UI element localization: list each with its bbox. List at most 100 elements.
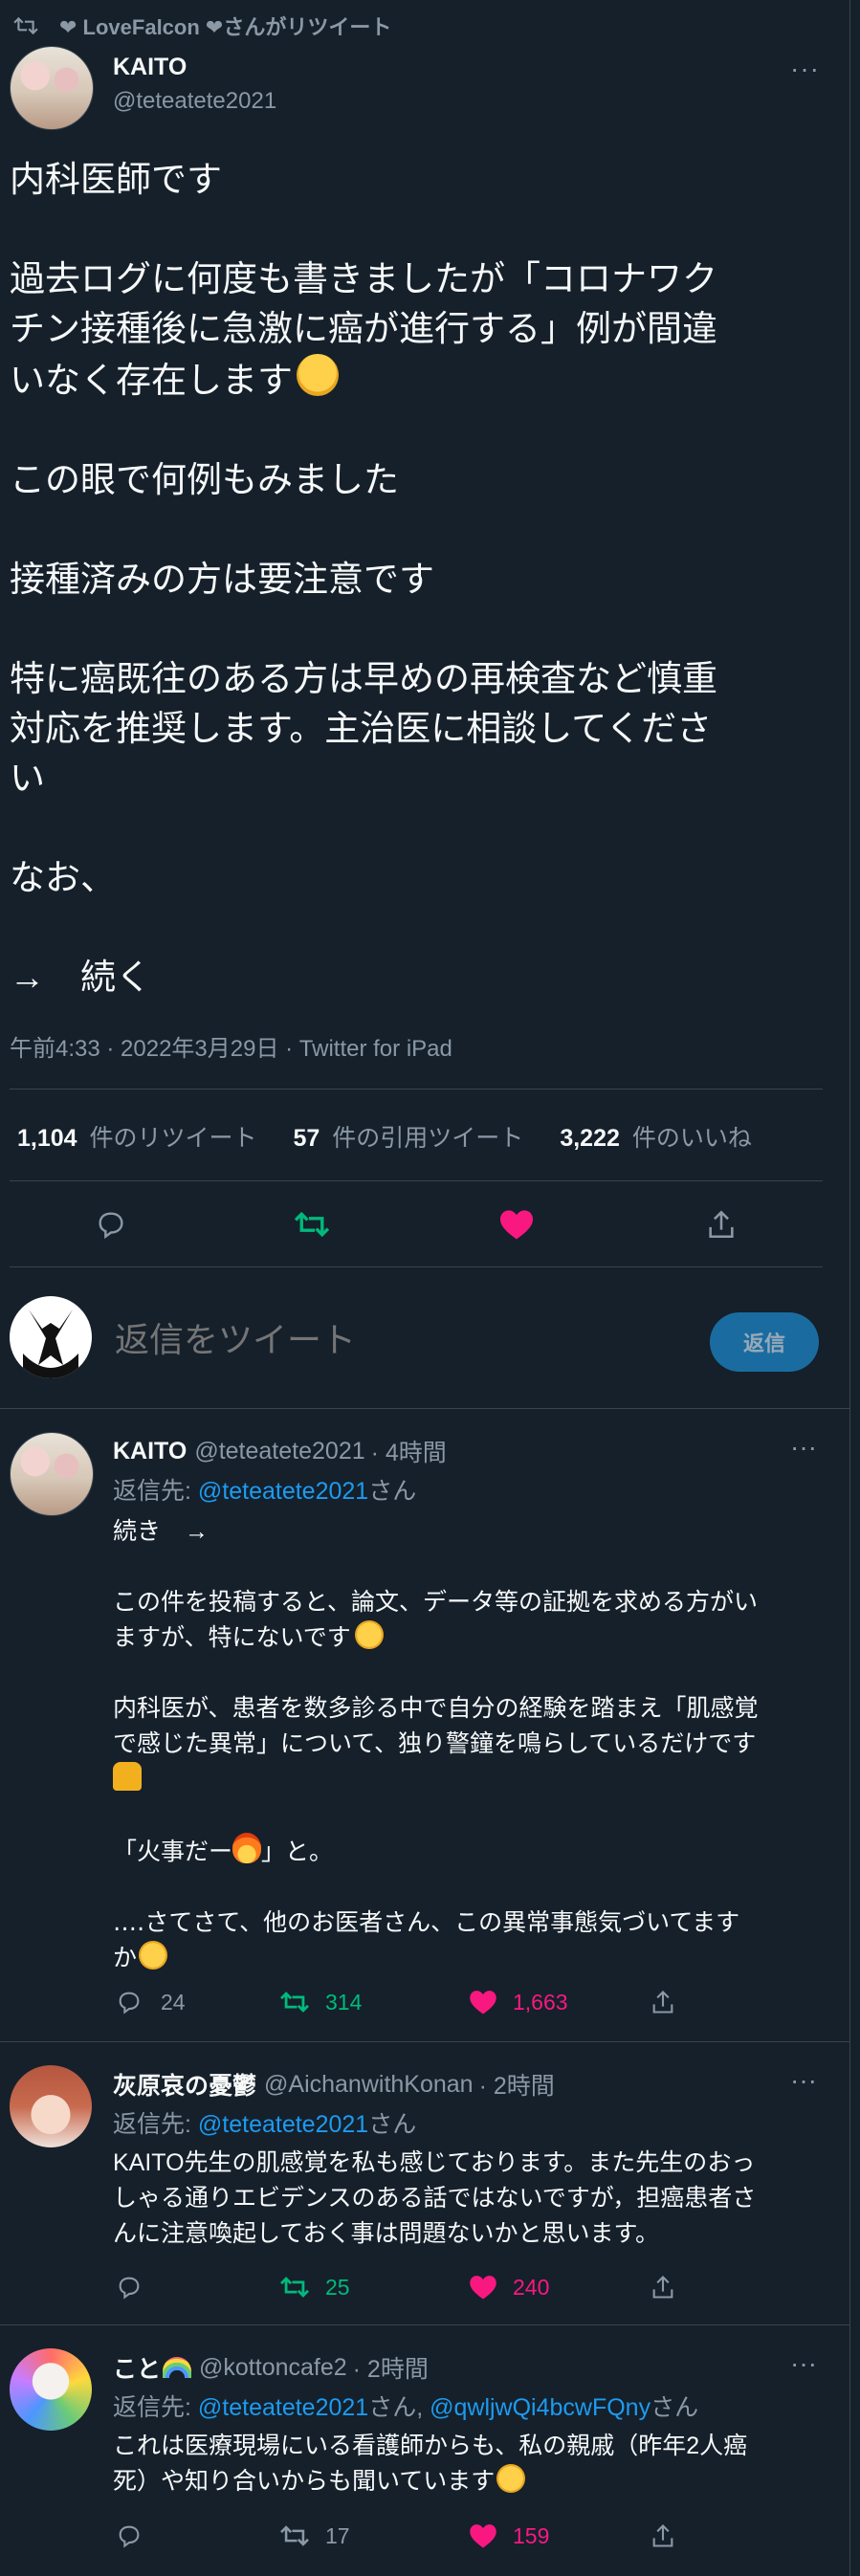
- reply-tweet[interactable]: KAITO @teteatete2021 · 4時間 ··· 返信先: @tet…: [0, 1409, 849, 2040]
- like-count: 240: [513, 2274, 550, 2300]
- reply-icon[interactable]: [113, 2522, 145, 2549]
- tweet-line: 特に癌既往のある方は早めの再検査など慎重: [10, 659, 717, 698]
- column-border: [849, 0, 850, 2576]
- reply-actions: 24 314 1,663: [113, 1983, 744, 2021]
- tweet-line: [10, 505, 842, 555]
- tweet-line: [10, 903, 842, 953]
- like-count: 1,663: [513, 1989, 568, 2015]
- reply-author-handle[interactable]: @AichanwithKonan: [264, 2071, 474, 2099]
- reply-input[interactable]: [113, 1315, 652, 1365]
- like-icon[interactable]: [467, 1989, 499, 2015]
- tweet-stats: 1,104 件のリツイート 57 件の引用ツイート 3,222 件のいいね: [17, 1117, 752, 1156]
- bell-icon: [113, 1762, 142, 1791]
- share-icon[interactable]: [647, 2522, 679, 2549]
- tweet-actions: [0, 1196, 849, 1253]
- tweet-line: [10, 205, 842, 254]
- retweet-icon[interactable]: [276, 1989, 314, 2015]
- reply-text: これは医療現場にいる看護師からも、私の親戚（昨年2人癌 死）や知り合いからも聞い…: [113, 2433, 748, 2495]
- reply-time[interactable]: · 2時間: [479, 2067, 555, 2102]
- worried-face-icon: [354, 1620, 384, 1649]
- reply-author-name[interactable]: KAITO: [113, 1438, 187, 1465]
- reply-button[interactable]: 返信: [710, 1312, 819, 1372]
- tweet-line: [10, 605, 842, 654]
- tweet-line: 過去ログに何度も書きましたが「コロナワク: [10, 259, 717, 298]
- tweet-line: い: [10, 759, 45, 798]
- my-avatar[interactable]: [10, 1296, 92, 1378]
- retweet-count: 25: [325, 2274, 350, 2300]
- thinking-face-icon: [297, 354, 339, 396]
- reply-icon[interactable]: [90, 1205, 132, 1244]
- quote-count[interactable]: 57 件の引用ツイート: [294, 1119, 524, 1154]
- more-options-icon[interactable]: ···: [790, 54, 820, 84]
- more-options-icon[interactable]: ···: [790, 2065, 817, 2096]
- tweet-line: [10, 406, 842, 455]
- reply-text: KAITO先生の肌感覚を私も感じております。また先生のおっ しゃる通りエビデンス…: [113, 2149, 757, 2247]
- tweet-text: 内科医師です 過去ログに何度も書きましたが「コロナワク チン接種後に急激に癌が進…: [10, 155, 842, 1002]
- reply-author-handle[interactable]: @teteatete2021: [194, 1438, 364, 1465]
- tweet-line: いなく存在します: [10, 354, 842, 406]
- reply-time[interactable]: · 4時間: [371, 1434, 447, 1468]
- reply-icon[interactable]: [113, 2274, 145, 2301]
- reply-to-link[interactable]: @teteatete2021: [198, 1478, 368, 1505]
- tweet-line: この眼で何例もみました: [10, 460, 399, 499]
- rainbow-icon: [163, 2357, 192, 2378]
- retweet-count: 17: [325, 2522, 350, 2548]
- retweet-count[interactable]: 1,104 件のリツイート: [17, 1119, 257, 1154]
- more-options-icon[interactable]: ···: [790, 2348, 817, 2379]
- avatar[interactable]: [10, 1432, 94, 1516]
- retweet-icon: [10, 15, 42, 36]
- tweet-line: チン接種後に急激に癌が進行する」例が間違: [10, 309, 717, 348]
- share-icon[interactable]: [700, 1205, 742, 1244]
- avatar[interactable]: [10, 2065, 92, 2147]
- tweet-line: なお、: [10, 858, 116, 897]
- thinking-face-icon: [139, 1941, 168, 1970]
- reply-to-line: 返信先: @teteatete2021さん: [113, 2111, 417, 2138]
- fire-icon: [232, 1833, 262, 1863]
- reply-actions: 25 240: [113, 2268, 744, 2306]
- reply-tweet[interactable]: こと @kottoncafe2 · 2時間 ··· 返信先: @teteatet…: [0, 2325, 849, 2576]
- reply-text: 続き → この件を投稿すると、論文、データ等の証拠を求める方がい ますが、特にな…: [113, 1518, 759, 1971]
- tweet-detail-page: ❤ LoveFalcon ❤さんがリツイート KAITO @teteatete2…: [0, 0, 860, 2576]
- reply-actions: 17 159: [113, 2517, 744, 2555]
- like-icon[interactable]: [496, 1205, 538, 1244]
- share-icon[interactable]: [647, 2274, 679, 2301]
- like-icon[interactable]: [467, 2522, 499, 2549]
- like-icon[interactable]: [467, 2274, 499, 2301]
- retweet-icon[interactable]: [291, 1205, 333, 1244]
- retweet-icon[interactable]: [276, 2522, 314, 2549]
- reply-icon[interactable]: [113, 1989, 145, 2015]
- reply-to-link[interactable]: @teteatete2021: [198, 2394, 368, 2421]
- tweet-timestamp[interactable]: 午前4:33 · 2022年3月29日 · Twitter for iPad: [10, 1029, 452, 1063]
- author-name[interactable]: KAITO: [113, 54, 187, 81]
- reply-header: こと @kottoncafe2 · 2時間: [113, 2350, 429, 2385]
- tweet-line: → 続く: [10, 958, 151, 997]
- tweet-line: 対応を推奨します。主治医に相談してくださ: [10, 709, 713, 748]
- reply-tweet[interactable]: 灰原哀の憂鬱 @AichanwithKonan · 2時間 ··· 返信先: @…: [0, 2042, 849, 2324]
- divider: [10, 1089, 823, 1090]
- share-icon[interactable]: [647, 1989, 679, 2015]
- retweet-banner-text[interactable]: ❤ LoveFalcon ❤さんがリツイート: [59, 11, 391, 41]
- like-count[interactable]: 3,222 件のいいね: [560, 1119, 752, 1154]
- relieved-face-icon: [496, 2464, 526, 2493]
- tweet-line: [10, 804, 842, 853]
- reply-header: KAITO @teteatete2021 · 4時間: [113, 1434, 447, 1468]
- reply-author-name[interactable]: 灰原哀の憂鬱: [113, 2067, 256, 2102]
- reply-to-link[interactable]: @qwljwQi4bcwFQny: [430, 2394, 651, 2421]
- reply-header: 灰原哀の憂鬱 @AichanwithKonan · 2時間: [113, 2067, 555, 2102]
- reply-to-line: 返信先: @teteatete2021さん: [113, 1478, 417, 1505]
- author-handle[interactable]: @teteatete2021: [113, 88, 276, 115]
- more-options-icon[interactable]: ···: [790, 1432, 817, 1463]
- like-count: 159: [513, 2522, 550, 2548]
- avatar[interactable]: [10, 46, 94, 130]
- retweet-icon[interactable]: [276, 2274, 314, 2301]
- tweet-line: 内科医師です: [10, 160, 222, 199]
- reply-to-link[interactable]: @teteatete2021: [198, 2111, 368, 2138]
- reply-time[interactable]: · 2時間: [353, 2350, 429, 2385]
- reply-to-line: 返信先: @teteatete2021さん, @qwljwQi4bcwFQnyさ…: [113, 2394, 699, 2421]
- reply-author-name[interactable]: こと: [113, 2350, 161, 2385]
- reply-author-handle[interactable]: @kottoncafe2: [199, 2354, 347, 2382]
- avatar[interactable]: [10, 2348, 92, 2431]
- reply-count: 24: [161, 1989, 186, 2015]
- retweet-banner: ❤ LoveFalcon ❤さんがリツイート: [10, 11, 391, 40]
- divider: [10, 1266, 823, 1267]
